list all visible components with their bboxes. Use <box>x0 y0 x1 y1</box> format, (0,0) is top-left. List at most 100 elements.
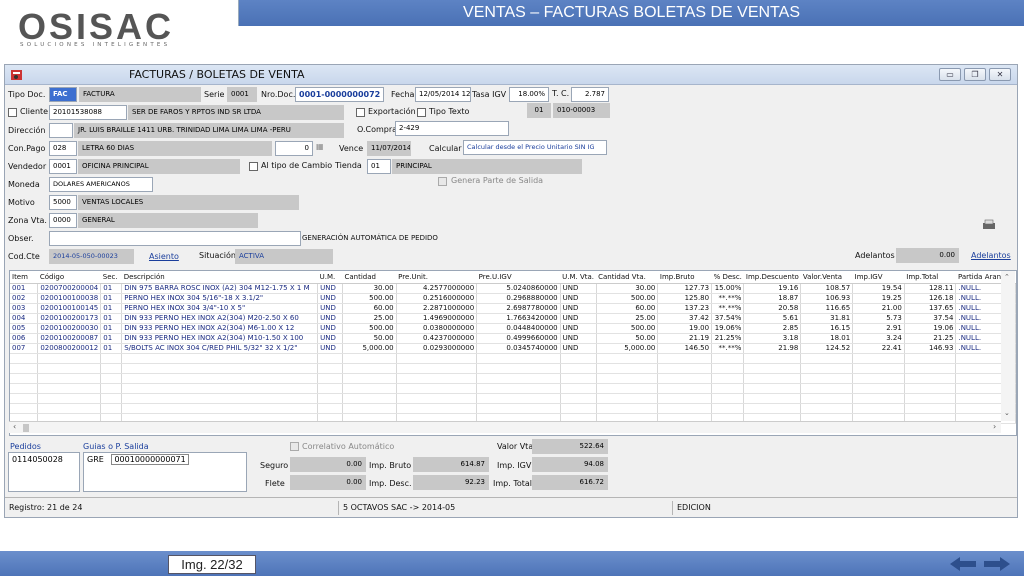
grid-cell[interactable] <box>317 383 343 394</box>
calendar-icon[interactable]: ▦ <box>316 142 324 151</box>
tipo-doc-code-field[interactable]: FAC <box>49 87 77 102</box>
grid-cell[interactable] <box>560 363 597 374</box>
zona-code-field[interactable]: 0000 <box>49 213 77 228</box>
grid-cell[interactable]: 50.00 <box>596 333 659 344</box>
pedido-item[interactable]: 0114050028 <box>12 455 63 464</box>
grid-cell[interactable] <box>800 383 854 394</box>
grid-cell[interactable]: 0200100200087 <box>37 333 102 344</box>
grid-cell[interactable] <box>560 393 597 404</box>
nro-doc-field[interactable]: 0001-0000000072 <box>295 87 384 102</box>
grid-cell[interactable]: 004 <box>10 313 39 324</box>
grid-cell[interactable] <box>121 373 319 384</box>
grid-header-cell[interactable]: Cantidad <box>342 271 397 284</box>
detail-grid[interactable]: Item Código Sec. Descripción U.M. Cantidad Pre… <box>9 270 1017 436</box>
genera-parte-checkbox[interactable] <box>438 177 447 186</box>
grid-cell[interactable]: UND <box>560 303 597 314</box>
grid-cell[interactable] <box>743 383 802 394</box>
grid-cell[interactable] <box>121 383 319 394</box>
grid-cell[interactable]: 19.25 <box>852 293 905 304</box>
grid-cell[interactable]: 19.16 <box>743 283 802 294</box>
grid-cell[interactable]: 108.57 <box>800 283 854 294</box>
minimize-button[interactable]: ▭ <box>939 68 961 81</box>
grid-cell[interactable] <box>904 383 957 394</box>
correlativo-checkbox[interactable] <box>290 442 299 451</box>
grid-cell[interactable] <box>596 363 659 374</box>
grid-cell[interactable] <box>904 373 957 384</box>
grid-cell[interactable]: UND <box>317 303 343 314</box>
grid-cell[interactable] <box>711 383 745 394</box>
grid-cell[interactable] <box>100 353 123 364</box>
grid-cell[interactable]: 128.11 <box>904 283 957 294</box>
grid-cell[interactable] <box>852 393 905 404</box>
grid-header-cell[interactable]: Pre.Unit. <box>396 271 477 284</box>
table-row[interactable] <box>10 353 1016 364</box>
grid-cell[interactable] <box>743 373 802 384</box>
grid-cell[interactable] <box>711 393 745 404</box>
grid-cell[interactable]: 0.2968880000 <box>476 293 561 304</box>
grid-cell[interactable] <box>711 373 745 384</box>
grid-cell[interactable]: 25.00 <box>342 313 397 324</box>
grid-cell[interactable]: 18.87 <box>743 293 802 304</box>
grid-cell[interactable]: 003 <box>10 303 39 314</box>
grid-cell[interactable]: 0200100100038 <box>37 293 102 304</box>
grid-cell[interactable]: 16.15 <box>800 323 854 334</box>
grid-cell[interactable]: 124.52 <box>800 343 854 354</box>
table-row[interactable]: 001 0200700200004 01 DIN 975 BARRA ROSC INO… <box>10 283 1016 294</box>
grid-cell[interactable]: 21.25% <box>711 333 745 344</box>
grid-cell[interactable] <box>560 373 597 384</box>
grid-cell[interactable] <box>396 383 478 394</box>
grid-cell[interactable]: 4.2577000000 <box>396 283 478 294</box>
grid-cell[interactable]: 0.4237000000 <box>396 333 478 344</box>
grid-cell[interactable]: UND <box>560 313 597 324</box>
grid-cell[interactable]: DIN 933 PERNO HEX INOX A2(304) M10-1.50 … <box>121 333 319 344</box>
grid-cell[interactable]: 0200100200173 <box>37 313 102 324</box>
grid-cell[interactable] <box>852 373 905 384</box>
grid-cell[interactable] <box>711 363 745 374</box>
grid-cell[interactable]: 19.06% <box>711 323 745 334</box>
grid-cell[interactable] <box>800 353 854 364</box>
grid-cell[interactable]: 1.4969000000 <box>396 313 478 324</box>
grid-cell[interactable]: DIN 975 BARRA ROSC INOX (A2) 304 M12-1.7… <box>121 283 319 294</box>
grid-cell[interactable]: 50.00 <box>342 333 397 344</box>
grid-cell[interactable] <box>10 373 39 384</box>
grid-cell[interactable] <box>596 393 659 404</box>
grid-header-cell[interactable]: U.M. Vta. <box>560 271 597 284</box>
grid-cell[interactable]: 18.01 <box>800 333 854 344</box>
grid-cell[interactable] <box>342 403 397 414</box>
grid-cell[interactable]: 2.6987780000 <box>476 303 561 314</box>
grid-cell[interactable] <box>560 383 597 394</box>
grid-cell[interactable] <box>596 403 659 414</box>
grid-cell[interactable]: 30.00 <box>596 283 659 294</box>
table-row[interactable]: 006 0200100200087 01 DIN 933 PERNO HEX INOX… <box>10 333 1016 344</box>
grid-cell[interactable] <box>852 353 905 364</box>
grid-cell[interactable]: **.**% <box>711 343 745 354</box>
table-row[interactable]: 005 0200100200030 01 DIN 933 PERNO HEX INOX… <box>10 323 1016 334</box>
grid-cell[interactable] <box>342 383 397 394</box>
grid-cell[interactable]: 2.85 <box>743 323 802 334</box>
grid-cell[interactable]: 0200100200030 <box>37 323 102 334</box>
grid-cell[interactable]: UND <box>317 343 343 354</box>
grid-cell[interactable]: 007 <box>10 343 39 354</box>
grid-cell[interactable]: 37.42 <box>657 313 713 324</box>
grid-cell[interactable] <box>37 393 102 404</box>
grid-cell[interactable]: 21.19 <box>657 333 713 344</box>
grid-cell[interactable]: 500.00 <box>342 323 397 334</box>
grid-cell[interactable] <box>852 363 905 374</box>
grid-cell[interactable]: UND <box>560 323 597 334</box>
grid-cell[interactable]: 1.7663420000 <box>476 313 561 324</box>
grid-cell[interactable]: 125.80 <box>657 293 713 304</box>
grid-vertical-scrollbar[interactable]: ⌃ ⌄ <box>1001 271 1015 421</box>
grid-cell[interactable]: 0.2516000000 <box>396 293 478 304</box>
grid-cell[interactable] <box>476 373 561 384</box>
conpago-number-stepper[interactable]: 0 <box>275 141 313 156</box>
grid-cell[interactable]: 31.81 <box>800 313 854 324</box>
grid-cell[interactable]: UND <box>560 293 597 304</box>
next-arrow-icon[interactable] <box>982 556 1012 572</box>
grid-cell[interactable] <box>476 353 561 364</box>
grid-cell[interactable]: 5,000.00 <box>342 343 397 354</box>
cliente-ruc-field[interactable]: 20101538088 <box>49 105 127 120</box>
ocompra-field[interactable]: 2-429 <box>395 121 509 136</box>
tc-field[interactable]: 2.787 <box>571 87 609 102</box>
grid-cell[interactable]: 37.54% <box>711 313 745 324</box>
grid-cell[interactable]: 146.50 <box>657 343 713 354</box>
